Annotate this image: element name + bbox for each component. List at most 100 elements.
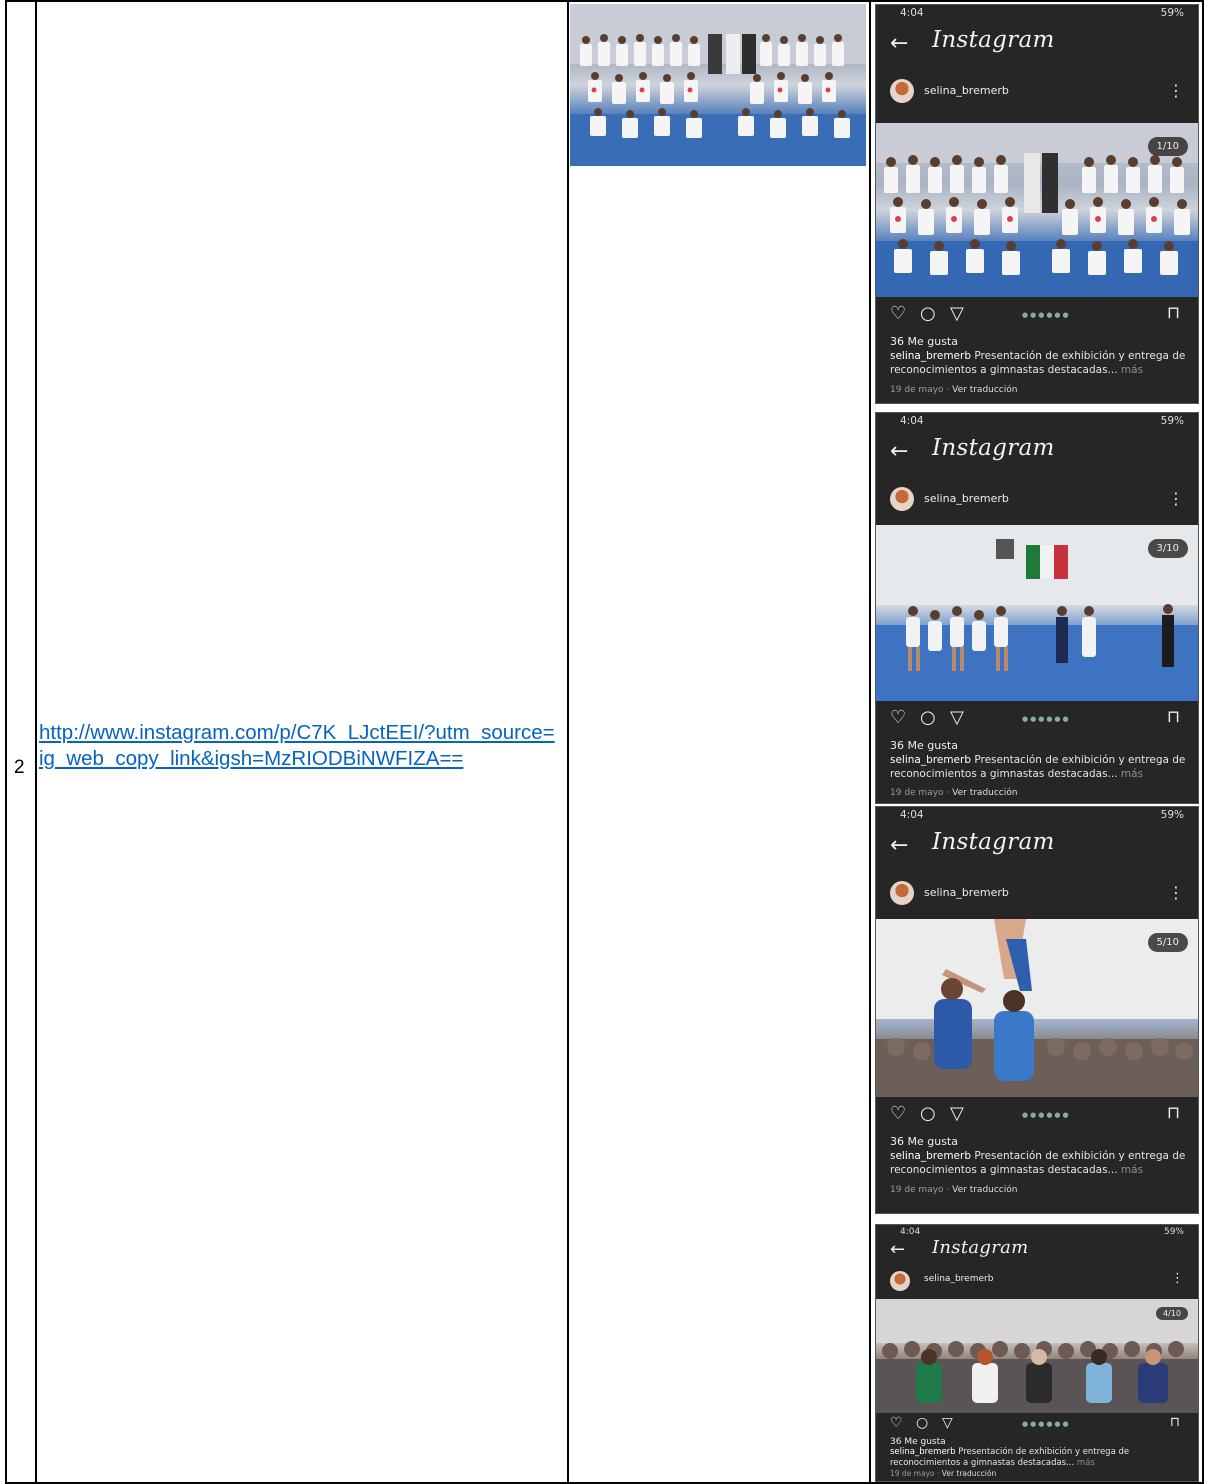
arrow-left-icon[interactable]: ← [890, 31, 908, 56]
arrow-left-icon[interactable]: ← [890, 439, 908, 464]
post-header: selina_bremerb ⋮ [876, 73, 1198, 115]
post-date-row: 19 de mayo · Ver traducción [890, 1185, 1018, 1195]
post-caption: selina_bremerb Presentación de exhibició… [890, 1447, 1188, 1469]
likes-count: 36 Me gusta [890, 739, 958, 752]
post-photo[interactable]: 4/10 [876, 1299, 1198, 1413]
app-title: Instagram [932, 1237, 1029, 1258]
status-time: 4:04 [900, 809, 924, 821]
post-caption: selina_bremerb Presentación de exhibició… [890, 1149, 1188, 1177]
carousel-counter: 1/10 [1147, 137, 1188, 156]
comment-bubble-icon[interactable]: ○ [920, 707, 936, 728]
more-link[interactable]: más [1077, 1458, 1095, 1468]
screenshots-cell: 4:04 59% ← Instagram selina_bremerb ⋮ 1/… [869, 0, 1204, 1484]
kebab-menu-icon[interactable]: ⋮ [1168, 81, 1184, 100]
battery-level: 59% [1160, 809, 1184, 821]
comment-bubble-icon[interactable]: ○ [920, 303, 936, 324]
post-actions: ♡ ○ ▽ ●●●●●● ⊓ [876, 1415, 1198, 1437]
post-actions: ♡ ○ ▽ ●●●●●● ⊓ [876, 1101, 1198, 1133]
heart-icon[interactable]: ♡ [890, 1103, 906, 1124]
row-number: 2 [14, 757, 25, 778]
send-icon[interactable]: ▽ [950, 303, 964, 324]
more-link[interactable]: más [1121, 768, 1143, 780]
instagram-post-link[interactable]: http://www.instagram.com/p/C7K_LJctEEI/?… [39, 712, 559, 772]
post-photo[interactable]: 1/10 [876, 123, 1198, 297]
caption-username[interactable]: selina_bremerb [890, 350, 971, 362]
heart-icon[interactable]: ♡ [890, 1415, 903, 1431]
post-caption: selina_bremerb Presentación de exhibició… [890, 349, 1188, 377]
carousel-dots: ●●●●●● [1022, 715, 1071, 723]
app-header: ← Instagram [876, 429, 1198, 475]
post-photo[interactable]: 5/10 [876, 919, 1198, 1097]
heart-icon[interactable]: ♡ [890, 303, 906, 324]
post-date: 19 de mayo [890, 385, 944, 395]
caption-username[interactable]: selina_bremerb [890, 754, 971, 766]
avatar[interactable] [890, 487, 914, 511]
likes-count: 36 Me gusta [890, 1437, 946, 1447]
send-icon[interactable]: ▽ [950, 707, 964, 728]
more-link[interactable]: más [1121, 364, 1143, 376]
carousel-dots: ●●●●●● [1022, 1420, 1071, 1428]
battery-level: 59% [1160, 415, 1184, 427]
caption-username[interactable]: selina_bremerb [890, 1150, 971, 1162]
post-caption: selina_bremerb Presentación de exhibició… [890, 753, 1188, 781]
post-actions: ♡ ○ ▽ ●●●●●● ⊓ [876, 301, 1198, 333]
post-header: selina_bremerb ⋮ [876, 481, 1198, 523]
more-link[interactable]: más [1121, 1164, 1143, 1176]
translate-link[interactable]: Ver traducción [942, 1469, 996, 1478]
send-icon[interactable]: ▽ [942, 1415, 953, 1431]
caption-username[interactable]: selina_bremerb [890, 1447, 956, 1457]
post-date-row: 19 de mayo · Ver traducción [890, 788, 1018, 798]
status-time: 4:04 [900, 7, 924, 19]
carousel-counter: 5/10 [1147, 933, 1188, 952]
post-date: 19 de mayo [890, 788, 944, 798]
username[interactable]: selina_bremerb [924, 1274, 993, 1284]
app-header: ← Instagram [876, 823, 1198, 869]
comment-bubble-icon[interactable]: ○ [920, 1103, 936, 1124]
kebab-menu-icon[interactable]: ⋮ [1168, 883, 1184, 902]
row-number-cell: 2 [5, 0, 37, 1484]
group-photo-preview [570, 4, 866, 166]
comment-bubble-icon[interactable]: ○ [916, 1415, 928, 1431]
translate-link[interactable]: Ver traducción [952, 385, 1017, 395]
send-icon[interactable]: ▽ [950, 1103, 964, 1124]
post-photo[interactable]: 3/10 [876, 525, 1198, 701]
bookmark-icon[interactable]: ⊓ [1167, 707, 1180, 727]
app-title: Instagram [932, 435, 1055, 461]
translate-link[interactable]: Ver traducción [952, 788, 1017, 798]
post-date-row: 19 de mayo · Ver traducción [890, 385, 1018, 395]
avatar[interactable] [890, 1271, 910, 1291]
kebab-menu-icon[interactable]: ⋮ [1168, 489, 1184, 508]
username[interactable]: selina_bremerb [924, 492, 1009, 505]
avatar[interactable] [890, 881, 914, 905]
arrow-left-icon[interactable]: ← [890, 833, 908, 858]
link-cell: http://www.instagram.com/p/C7K_LJctEEI/?… [35, 0, 569, 1484]
post-date: 19 de mayo [890, 1469, 935, 1478]
likes-count: 36 Me gusta [890, 335, 958, 348]
table-row: 2 http://www.instagram.com/p/C7K_LJctEEI… [5, 0, 1204, 1484]
preview-cell [567, 0, 871, 1484]
kebab-menu-icon[interactable]: ⋮ [1171, 1271, 1184, 1286]
app-title: Instagram [932, 829, 1055, 855]
app-header: ← Instagram [876, 21, 1198, 67]
bookmark-icon[interactable]: ⊓ [1167, 1103, 1180, 1123]
arrow-left-icon[interactable]: ← [890, 1239, 905, 1260]
bookmark-icon[interactable]: ⊓ [1167, 303, 1180, 323]
post-header: selina_bremerb ⋮ [876, 875, 1198, 917]
instagram-screenshot-2: 4:04 59% ← Instagram selina_bremerb ⋮ 3/… [875, 412, 1199, 804]
post-header: selina_bremerb ⋮ [876, 1269, 1198, 1297]
post-actions: ♡ ○ ▽ ●●●●●● ⊓ [876, 705, 1198, 737]
username[interactable]: selina_bremerb [924, 886, 1009, 899]
battery-level: 59% [1160, 7, 1184, 19]
heart-icon[interactable]: ♡ [890, 707, 906, 728]
avatar[interactable] [890, 79, 914, 103]
translate-link[interactable]: Ver traducción [952, 1185, 1017, 1195]
carousel-dots: ●●●●●● [1022, 311, 1071, 319]
instagram-screenshot-3: 4:04 59% ← Instagram selina_bremerb ⋮ 5/… [875, 806, 1199, 1214]
likes-count: 36 Me gusta [890, 1135, 958, 1148]
carousel-dots: ●●●●●● [1022, 1111, 1071, 1119]
post-photo-illustration [876, 1299, 1198, 1413]
username[interactable]: selina_bremerb [924, 84, 1009, 97]
bookmark-icon[interactable]: ⊓ [1170, 1415, 1180, 1430]
evidence-table: 2 http://www.instagram.com/p/C7K_LJctEEI… [5, 0, 1204, 1484]
instagram-screenshot-4: 4:04 59% ← Instagram selina_bremerb ⋮ 4/… [875, 1224, 1199, 1482]
